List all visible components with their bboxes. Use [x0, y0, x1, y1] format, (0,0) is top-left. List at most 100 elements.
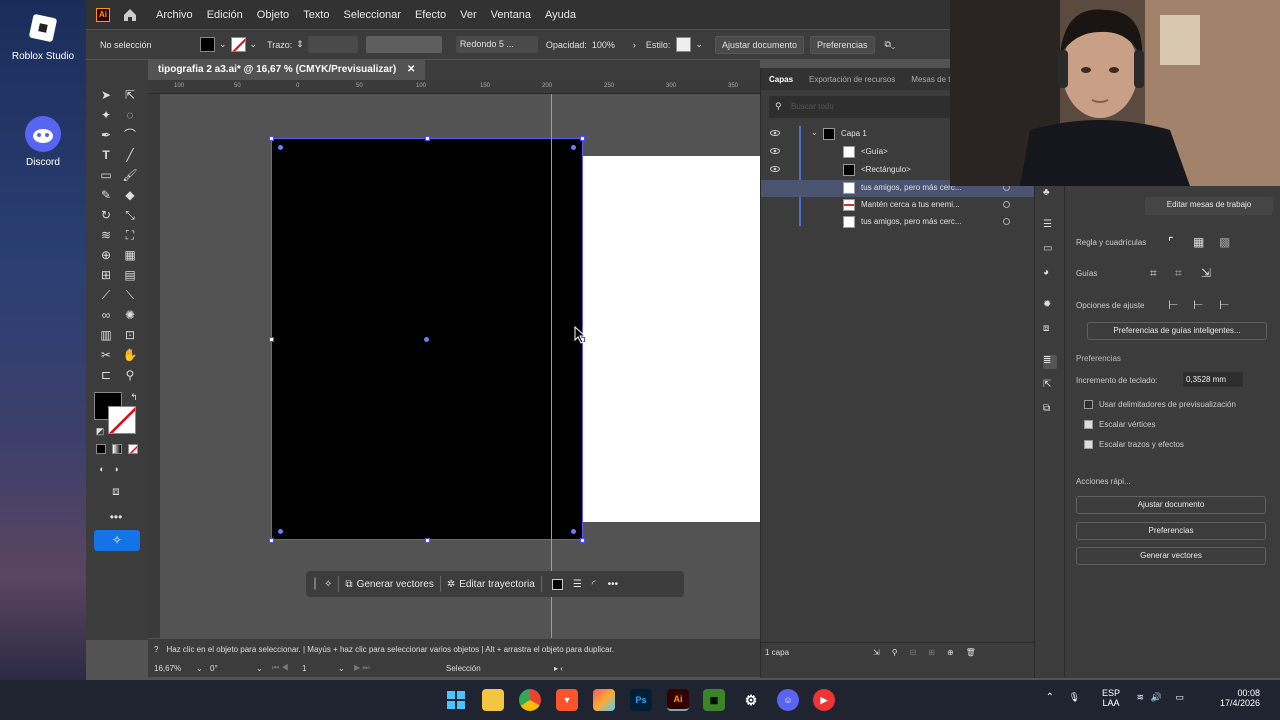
- libraries-icon[interactable]: ♣: [1043, 187, 1057, 201]
- chevron-down-icon[interactable]: ⌄: [256, 664, 272, 673]
- menu-ventana[interactable]: Ventana: [491, 9, 531, 21]
- direct-selection-tool-icon[interactable]: ⇱: [122, 88, 138, 102]
- measure-icon[interactable]: ⟍: [122, 288, 138, 302]
- menu-efecto[interactable]: Efecto: [415, 9, 446, 21]
- swatches-icon[interactable]: ▭: [1043, 243, 1057, 257]
- corner-widget[interactable]: [278, 529, 283, 534]
- illustrator-icon[interactable]: Ai: [667, 689, 689, 711]
- artboard-nav-next-icon[interactable]: ▶ ⏭: [354, 663, 446, 673]
- brush-dropdown[interactable]: Redondo 5 ...: [455, 36, 538, 53]
- target-circle-icon[interactable]: [1003, 218, 1010, 225]
- bounding-handle[interactable]: [269, 136, 274, 141]
- color-icon[interactable]: ◕: [1043, 267, 1057, 281]
- clipping-mask-icon[interactable]: ⊟: [910, 648, 917, 657]
- chevron-down-icon[interactable]: ⌄: [219, 39, 227, 50]
- rotation-value[interactable]: 0°: [210, 664, 256, 673]
- bounding-handle[interactable]: [580, 538, 585, 543]
- artboard-nav-first-icon[interactable]: ⏮ ◀: [272, 663, 302, 673]
- file-explorer-icon[interactable]: [482, 689, 504, 711]
- print-tiling-icon[interactable]: ⊏: [98, 368, 114, 382]
- layer-item-text[interactable]: tus amigos, pero más cerc...: [761, 214, 1035, 231]
- corner-widget[interactable]: [278, 145, 283, 150]
- grid-icon[interactable]: ▦: [1193, 235, 1207, 249]
- rectangle-tool-icon[interactable]: ▭: [98, 168, 114, 182]
- battery-icon[interactable]: ▭: [1175, 692, 1184, 703]
- keyboard-increment-input[interactable]: 0,3528 mm: [1183, 372, 1243, 387]
- new-sublayer-icon[interactable]: ⊞: [928, 648, 935, 657]
- menu-ayuda[interactable]: Ayuda: [545, 9, 576, 21]
- artboards-icon[interactable]: ⧉: [1043, 403, 1057, 417]
- bounding-handle[interactable]: [269, 538, 274, 543]
- show-guides-icon[interactable]: ⌗: [1150, 266, 1164, 280]
- brave-icon[interactable]: ▼: [556, 689, 578, 711]
- fit-document-button[interactable]: Ajustar documento: [714, 35, 804, 54]
- microphone-icon[interactable]: 🎙: [1069, 692, 1080, 703]
- language-indicator[interactable]: ESP LAA: [1102, 688, 1120, 708]
- align-icon[interactable]: ☰: [573, 579, 582, 590]
- vertical-guide[interactable]: [551, 94, 552, 638]
- magic-wand-icon[interactable]: ✦: [98, 108, 114, 122]
- lasso-icon[interactable]: ◌: [122, 108, 138, 122]
- chevron-up-icon[interactable]: ⌃: [1046, 692, 1054, 703]
- clear-guides-icon[interactable]: ⇲: [1201, 266, 1215, 280]
- warp-tool-icon[interactable]: ≋: [98, 228, 114, 242]
- scale-corners-checkbox[interactable]: [1084, 420, 1093, 429]
- blend-tool-icon[interactable]: ∞: [98, 308, 114, 322]
- shaper-tool-icon[interactable]: ✎: [98, 188, 114, 202]
- pen-tool-icon[interactable]: ✒: [98, 128, 114, 142]
- hand-tool-icon[interactable]: ✋: [122, 348, 138, 362]
- lock-guides-icon[interactable]: ⌗: [1175, 266, 1189, 280]
- chevron-down-icon[interactable]: ⌄: [196, 664, 210, 673]
- fill-swatch-icon[interactable]: [551, 578, 563, 590]
- help-icon[interactable]: ?: [154, 645, 158, 654]
- target-circle-icon[interactable]: [1003, 201, 1010, 208]
- bounding-handle[interactable]: [580, 136, 585, 141]
- sun-icon[interactable]: ✹: [1043, 299, 1057, 313]
- gradient-mode-icon[interactable]: [112, 444, 122, 454]
- desktop-icon-discord[interactable]: Discord: [6, 114, 80, 168]
- paintbrush-icon[interactable]: 🖌: [122, 168, 138, 182]
- stepper-icon[interactable]: ⇕: [296, 39, 304, 50]
- discord-icon[interactable]: ☺: [777, 689, 799, 711]
- free-transform-icon[interactable]: ⛶: [122, 228, 138, 242]
- volume-icon[interactable]: 🔊: [1151, 692, 1162, 703]
- fill-swatch[interactable]: [200, 37, 215, 52]
- chevron-down-icon[interactable]: ⌄: [695, 39, 703, 50]
- tab-capas[interactable]: Capas: [761, 75, 801, 84]
- screen-mode-icon[interactable]: ⧈: [108, 484, 124, 498]
- photoshop-icon[interactable]: Ps: [630, 689, 652, 711]
- scale-strokes-checkbox[interactable]: [1084, 440, 1093, 449]
- draw-behind-icon[interactable]: ◑: [108, 462, 124, 476]
- use-preview-bounds-checkbox[interactable]: [1084, 400, 1093, 409]
- eye-icon[interactable]: [770, 128, 780, 138]
- generate-vectors-button[interactable]: Generar vectores: [357, 579, 434, 590]
- chevron-down-icon[interactable]: ⌄: [250, 39, 258, 50]
- selection-tool-icon[interactable]: ➤: [98, 88, 114, 102]
- locate-object-icon[interactable]: ⚲: [892, 648, 898, 657]
- opacity-value[interactable]: 100%: [592, 40, 615, 50]
- magic-icon[interactable]: ✧: [324, 579, 332, 590]
- layer-item-text[interactable]: Mantén cerca a tus enemi...: [761, 197, 1035, 214]
- artboard-number[interactable]: 1: [302, 664, 338, 673]
- more-options-icon[interactable]: •••: [608, 579, 619, 590]
- menu-edicion[interactable]: Edición: [207, 9, 243, 21]
- shape-builder-icon[interactable]: ⊕: [98, 248, 114, 262]
- align-menu-icon[interactable]: ⧉⌄: [885, 39, 896, 50]
- appearance-icon[interactable]: ⧈: [1043, 323, 1057, 337]
- bounding-handle[interactable]: [425, 538, 430, 543]
- document-tab[interactable]: tipografia 2 a3.ai* @ 16,67 % (CMYK/Prev…: [148, 60, 426, 80]
- corner-icon[interactable]: ◜: [592, 579, 596, 590]
- graph-tool-icon[interactable]: ▥: [98, 328, 114, 342]
- tab-asset-export[interactable]: Exportación de recursos: [801, 75, 903, 84]
- photos-icon[interactable]: [593, 689, 615, 711]
- perspective-grid-icon[interactable]: ▦: [122, 248, 138, 262]
- eye-icon[interactable]: [770, 164, 780, 174]
- edit-artboards-button[interactable]: Editar mesas de trabajo: [1145, 197, 1273, 215]
- play-icon[interactable]: ▸ ‹: [554, 664, 563, 673]
- mesh-tool-icon[interactable]: ⊞: [98, 268, 114, 282]
- edit-path-button[interactable]: Editar trayectoria: [459, 579, 535, 590]
- eyedropper-icon[interactable]: ⟋: [98, 288, 114, 302]
- qa-generate-vectors-button[interactable]: Generar vectores: [1076, 547, 1266, 565]
- default-colors-icon[interactable]: ◩: [92, 424, 108, 438]
- canvas-area[interactable]: [160, 94, 760, 638]
